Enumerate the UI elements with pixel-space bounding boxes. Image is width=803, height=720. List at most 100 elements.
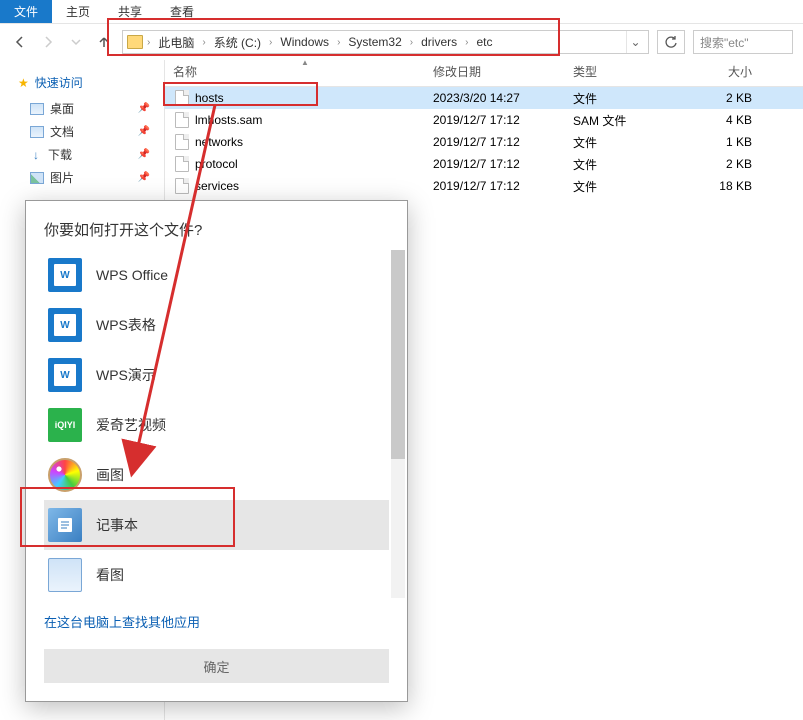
file-type: 文件	[565, 156, 680, 173]
pin-icon: 📌	[138, 149, 150, 160]
col-type[interactable]: 类型	[565, 57, 680, 86]
file-date: 2019/12/7 17:12	[425, 113, 565, 127]
file-date: 2019/12/7 17:12	[425, 157, 565, 171]
back-arrow-icon[interactable]	[10, 32, 30, 52]
sidebar-item-desktop[interactable]: 桌面 📌	[18, 97, 156, 120]
paint-icon	[48, 458, 82, 492]
breadcrumb[interactable]: System32	[344, 33, 405, 51]
col-name[interactable]: 名称	[165, 57, 425, 86]
pin-icon: 📌	[138, 103, 150, 114]
app-item-wps[interactable]: WWPS演示	[44, 350, 389, 400]
file-icon	[175, 134, 189, 150]
chevron-right-icon[interactable]: ›	[145, 37, 152, 48]
app-item-note[interactable]: 记事本	[44, 500, 389, 550]
forward-arrow-icon	[38, 32, 58, 52]
pin-icon: 📌	[138, 126, 150, 137]
sidebar-item-documents[interactable]: 文档 📌	[18, 120, 156, 143]
scrollbar[interactable]	[391, 250, 405, 598]
file-name: networks	[195, 135, 243, 149]
file-size: 4 KB	[680, 113, 760, 127]
sidebar-item-pictures[interactable]: 图片 📌	[18, 166, 156, 189]
up-arrow-icon[interactable]	[94, 32, 114, 52]
scroll-thumb[interactable]	[391, 250, 405, 459]
file-row[interactable]: hosts2023/3/20 14:27文件2 KB	[165, 87, 803, 109]
chevron-down-icon[interactable]: ⌄	[626, 31, 644, 53]
sidebar-item-label: 图片	[50, 169, 74, 186]
pin-icon: 📌	[138, 172, 150, 183]
file-row[interactable]: networks 2019/12/7 17:12文件1 KB	[165, 131, 803, 153]
breadcrumb[interactable]: 此电脑	[154, 32, 198, 53]
tab-file[interactable]: 文件	[0, 0, 52, 23]
address-bar[interactable]: › 此电脑 › 系统 (C:) › Windows › System32 › d…	[122, 30, 649, 54]
file-row[interactable]: services2019/12/7 17:12文件18 KB	[165, 175, 803, 197]
wps-icon: W	[48, 258, 82, 292]
file-icon	[175, 90, 189, 106]
document-icon	[30, 126, 44, 138]
file-type: SAM 文件	[565, 112, 680, 129]
app-label: 爱奇艺视频	[96, 415, 166, 435]
app-item-iqiyi[interactable]: iQIYI 爱奇艺视频	[44, 400, 389, 450]
app-item-view[interactable]: 看图	[44, 550, 389, 598]
app-label: 画图	[96, 465, 124, 485]
app-item-wps[interactable]: WWPS Office	[44, 250, 389, 300]
tab-home[interactable]: 主页	[52, 0, 104, 23]
file-size: 1 KB	[680, 135, 760, 149]
tab-share[interactable]: 共享	[104, 0, 156, 23]
app-list: WWPS OfficeWWPS表格WWPS演示iQIYI爱奇艺视频画图记事本看图	[26, 250, 407, 598]
notepad-icon	[48, 508, 82, 542]
col-date[interactable]: 修改日期	[425, 57, 565, 86]
file-name: lmhosts.sam	[195, 113, 262, 127]
sidebar-head-label: 快速访问	[35, 74, 83, 91]
find-more-apps-link[interactable]: 在这台电脑上查找其他应用	[26, 598, 407, 649]
wps-icon: W	[48, 358, 82, 392]
folder-icon	[127, 35, 143, 49]
refresh-icon[interactable]	[657, 30, 685, 54]
sidebar-item-label: 文档	[50, 123, 74, 140]
chevron-right-icon[interactable]: ›	[267, 37, 274, 48]
viewer-icon	[48, 558, 82, 592]
file-row[interactable]: protocol2019/12/7 17:12文件2 KB	[165, 153, 803, 175]
col-size[interactable]: 大小	[680, 57, 760, 86]
chevron-right-icon[interactable]: ›	[200, 37, 207, 48]
file-name: protocol	[195, 157, 238, 171]
breadcrumb[interactable]: 系统 (C:)	[210, 32, 265, 53]
file-date: 2023/3/20 14:27	[425, 91, 565, 105]
chevron-right-icon[interactable]: ›	[335, 37, 342, 48]
file-size: 18 KB	[680, 179, 760, 193]
breadcrumb[interactable]: Windows	[276, 33, 333, 51]
iqiyi-icon: iQIYI	[48, 408, 82, 442]
file-size: 2 KB	[680, 91, 760, 105]
app-label: WPS表格	[96, 315, 156, 335]
app-label: 记事本	[96, 515, 138, 535]
app-item-paint[interactable]: 画图	[44, 450, 389, 500]
chevron-right-icon[interactable]: ›	[408, 37, 415, 48]
chevron-right-icon[interactable]: ›	[463, 37, 470, 48]
sidebar-item-downloads[interactable]: ↓ 下载 📌	[18, 143, 156, 166]
column-headers: 名称 修改日期 类型 大小	[165, 57, 803, 87]
tab-view[interactable]: 查看	[156, 0, 208, 23]
sidebar-item-label: 下载	[48, 146, 72, 163]
breadcrumb[interactable]: etc	[472, 33, 496, 51]
desktop-icon	[30, 103, 44, 115]
app-item-wps[interactable]: WWPS表格	[44, 300, 389, 350]
file-date: 2019/12/7 17:12	[425, 135, 565, 149]
app-label: 看图	[96, 565, 124, 585]
file-date: 2019/12/7 17:12	[425, 179, 565, 193]
sidebar-item-label: 桌面	[50, 100, 74, 117]
open-with-dialog: 你要如何打开这个文件? WWPS OfficeWWPS表格WWPS演示iQIYI…	[25, 200, 408, 702]
file-type: 文件	[565, 90, 680, 107]
file-icon	[175, 178, 189, 194]
download-icon: ↓	[30, 149, 42, 161]
sidebar-quick-access[interactable]: ★ 快速访问	[18, 74, 156, 91]
file-type: 文件	[565, 134, 680, 151]
file-row[interactable]: lmhosts.sam 2019/12/7 17:12SAM 文件4 KB	[165, 109, 803, 131]
address-row: › 此电脑 › 系统 (C:) › Windows › System32 › d…	[0, 24, 803, 60]
file-type: 文件	[565, 178, 680, 195]
ribbon: 文件 主页 共享 查看	[0, 0, 803, 24]
ok-button[interactable]: 确定	[44, 649, 389, 683]
recent-dropdown-icon[interactable]	[66, 32, 86, 52]
breadcrumb[interactable]: drivers	[417, 33, 461, 51]
dialog-title: 你要如何打开这个文件?	[26, 219, 407, 250]
search-input[interactable]: 搜索"etc"	[693, 30, 793, 54]
file-icon	[175, 156, 189, 172]
